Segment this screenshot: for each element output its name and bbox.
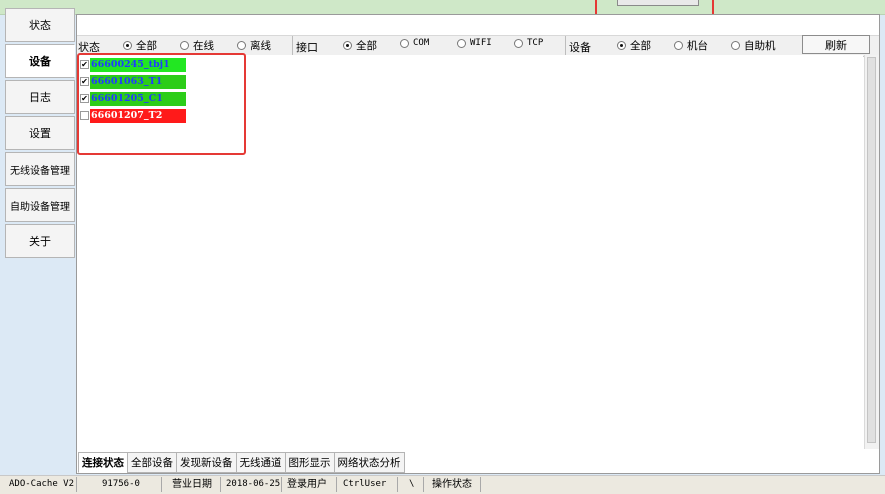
- divider: [292, 36, 293, 55]
- bottom-tabs: 连接状态 全部设备 发现新设备 无线通道 图形显示 网络状态分析: [78, 452, 405, 473]
- status-separator: \: [409, 479, 415, 489]
- status-bar: ADO-Cache V2 91756-0 营业日期 2018-06-25 登录用…: [0, 475, 885, 494]
- sidebar-item-devices[interactable]: 设备: [5, 44, 75, 78]
- sidebar-item-label: 设备: [29, 55, 51, 68]
- radio-dot: [731, 41, 740, 50]
- radio-dot: [674, 41, 683, 50]
- tab-all-devices[interactable]: 全部设备: [127, 452, 177, 473]
- divider: [281, 477, 282, 492]
- vertical-scrollbar[interactable]: [864, 55, 879, 449]
- divider: [161, 477, 162, 492]
- radio-dot: [343, 41, 352, 50]
- status-business-date: 2018-06-25: [226, 479, 281, 489]
- tab-network-analysis[interactable]: 网络状态分析: [333, 452, 405, 473]
- sidebar-item-selfservice[interactable]: 自助设备管理: [5, 188, 75, 222]
- divider: [220, 477, 221, 492]
- interface-radio-com[interactable]: COM: [400, 38, 429, 48]
- tab-wireless-channel[interactable]: 无线通道: [235, 452, 286, 473]
- radio-dot: [514, 38, 523, 48]
- status-app-name: ADO-Cache V2: [9, 479, 75, 489]
- sidebar-item-settings[interactable]: 设置: [5, 116, 75, 150]
- highlight-box-devices: [77, 53, 246, 155]
- sidebar-item-label: 设置: [29, 127, 51, 140]
- scrollbar-thumb[interactable]: [867, 57, 876, 443]
- status-user-label: 登录用户: [287, 479, 327, 490]
- interface-radio-all[interactable]: 全部: [343, 38, 377, 53]
- radio-dot: [237, 41, 246, 50]
- sidebar-item-label: 无线设备管理: [10, 165, 70, 177]
- title-strip: [0, 0, 885, 15]
- radio-label: 全部: [136, 40, 157, 52]
- radio-label: 离线: [250, 40, 271, 52]
- device-filter-label: 设备: [569, 41, 591, 54]
- tab-discover-devices[interactable]: 发现新设备: [176, 452, 237, 473]
- radio-label: 全部: [630, 40, 651, 52]
- radio-dot: [617, 41, 626, 50]
- sidebar-item-label: 状态: [29, 19, 51, 32]
- sidebar-item-label: 日志: [29, 91, 51, 104]
- divider: [76, 477, 77, 492]
- device-panel: 状态 全部 在线 离线 接口 全部 COM WIFI TCP 设备 全部 机台 …: [76, 14, 880, 474]
- status-operation-label: 操作状态: [432, 479, 472, 490]
- status-radio-all[interactable]: 全部: [123, 38, 157, 53]
- radio-label: 在线: [193, 40, 214, 52]
- divider: [565, 36, 566, 55]
- tab-connection-status[interactable]: 连接状态: [78, 452, 128, 473]
- radio-dot: [400, 38, 409, 48]
- divider: [480, 477, 481, 492]
- interface-radio-tcp[interactable]: TCP: [514, 38, 543, 48]
- sidebar-item-wireless[interactable]: 无线设备管理: [5, 152, 75, 186]
- sidebar-item-about[interactable]: 关于: [5, 224, 75, 258]
- sidebar-item-label: 关于: [29, 235, 51, 248]
- radio-label: 全部: [356, 40, 377, 52]
- device-radio-machine[interactable]: 机台: [674, 38, 708, 53]
- status-user: CtrlUser: [343, 479, 387, 489]
- status-code: 91756-0: [102, 479, 140, 489]
- status-radio-offline[interactable]: 离线: [237, 38, 271, 53]
- device-radio-all[interactable]: 全部: [617, 38, 651, 53]
- interface-radio-wifi[interactable]: WIFI: [457, 38, 492, 48]
- divider: [423, 477, 424, 492]
- sidebar-item-status[interactable]: 状态: [5, 8, 75, 42]
- radio-label: 机台: [687, 40, 708, 52]
- radio-label: 自助机: [744, 40, 776, 52]
- tab-graphic-display[interactable]: 图形显示: [284, 452, 335, 473]
- radio-dot: [180, 41, 189, 50]
- radio-label: TCP: [527, 38, 544, 48]
- divider: [336, 477, 337, 492]
- divider: [397, 477, 398, 492]
- interface-filter-label: 接口: [296, 41, 318, 54]
- radio-dot: [457, 38, 466, 48]
- radio-label: WIFI: [470, 38, 492, 48]
- refresh-button[interactable]: 刷新: [802, 35, 870, 54]
- radio-label: COM: [413, 38, 430, 48]
- status-business-date-label: 营业日期: [172, 479, 212, 490]
- status-radio-online[interactable]: 在线: [180, 38, 214, 53]
- sidebar-item-log[interactable]: 日志: [5, 80, 75, 114]
- radio-dot: [123, 41, 132, 50]
- device-radio-kiosk[interactable]: 自助机: [731, 38, 776, 53]
- sidebar-item-label: 自助设备管理: [10, 201, 70, 213]
